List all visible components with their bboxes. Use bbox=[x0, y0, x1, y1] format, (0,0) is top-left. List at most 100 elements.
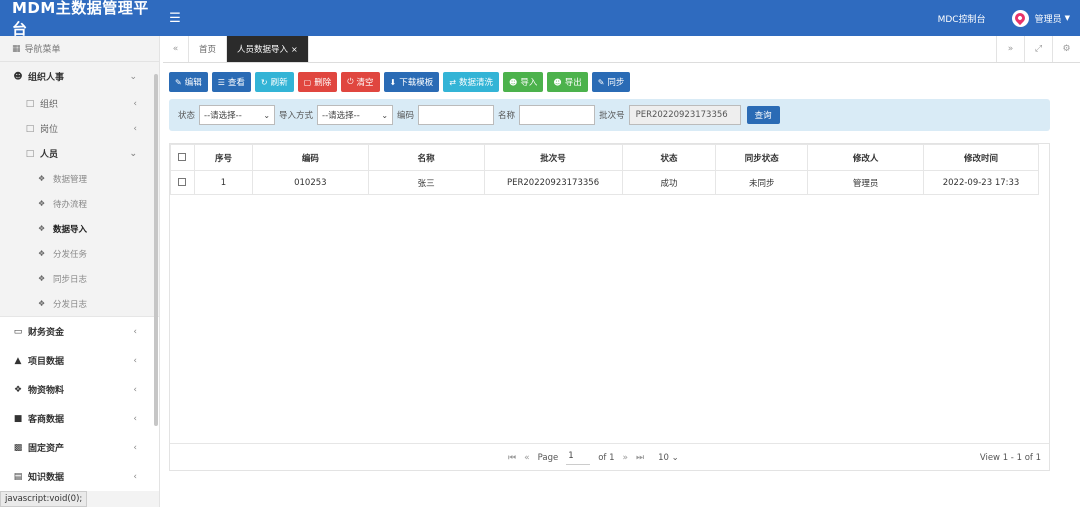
sidebar-item-knowledge[interactable]: ▤ 知识数据 ‹ bbox=[0, 462, 159, 491]
leaf-label: 分发日志 bbox=[53, 299, 88, 310]
sidebar-leaf-data-management[interactable]: ❖ 数据管理 bbox=[0, 166, 159, 191]
data-cleaning-label: 数据清洗 bbox=[458, 78, 493, 88]
cell-sync-status: 未同步 bbox=[715, 170, 809, 195]
chevron-left-icon: ‹ bbox=[133, 98, 137, 109]
refresh-button[interactable]: ↻ 刷新 bbox=[254, 72, 294, 92]
col-header[interactable]: 同步状态 bbox=[715, 144, 809, 171]
sidebar-item-materials[interactable]: ❖ 物资物料 ‹ bbox=[0, 375, 159, 404]
delete-button[interactable]: ▢ 删除 bbox=[297, 72, 338, 92]
tab-controls: » ⤢ ⚙ bbox=[996, 36, 1080, 62]
data-cleaning-button[interactable]: ⇄ 数据清洗 bbox=[443, 72, 499, 92]
leaf-icon: ❖ bbox=[38, 199, 46, 208]
cell-batch: PER20220923173356 bbox=[483, 170, 623, 195]
col-header[interactable]: 修改人 bbox=[807, 144, 925, 171]
sidebar: ▦ 导航菜单 ☻ 组织人事 ⌄ □ 组织 ‹ □ 岗位 ‹ □ 人员 ⌄ ❖ 数… bbox=[0, 36, 160, 507]
folder-icon: □ bbox=[25, 123, 35, 134]
sidebar-leaf-distribution-log[interactable]: ❖ 分发日志 bbox=[0, 291, 159, 316]
user-menu[interactable]: 管理员 bbox=[1035, 12, 1062, 25]
name-label: 名称 bbox=[498, 111, 516, 121]
sidebar-leaf-data-import[interactable]: ❖ 数据导入 bbox=[0, 216, 159, 241]
import-button[interactable]: ☻ 导入 bbox=[502, 72, 544, 92]
page-number-input[interactable]: 1 bbox=[566, 451, 591, 465]
tab-scroll-left-icon[interactable]: « bbox=[163, 36, 189, 62]
clear-button[interactable]: ⏻ 清空 bbox=[341, 72, 380, 92]
code-label: 编码 bbox=[397, 111, 415, 121]
row-checkbox[interactable] bbox=[178, 178, 187, 186]
pager-controls: ⏮ « Page 1 of 1 » ⏭ 10 ⌄ bbox=[508, 444, 679, 471]
sidebar-item-label: 客商数据 bbox=[28, 415, 65, 425]
view-button[interactable]: ☰ 查看 bbox=[211, 72, 251, 92]
last-page-icon[interactable]: ⏭ bbox=[636, 453, 644, 463]
cell-code: 010253 bbox=[251, 170, 369, 195]
mdc-console-link[interactable]: MDC控制台 bbox=[938, 12, 986, 25]
chevron-left-icon: ‹ bbox=[133, 442, 137, 453]
edit-button[interactable]: ✎ 编辑 bbox=[169, 72, 208, 92]
select-all-cell[interactable] bbox=[170, 144, 195, 171]
data-table: 序号 编码 名称 批次号 状态 同步状态 修改人 修改时间 1 010253 张… bbox=[170, 144, 1039, 195]
sidebar-item-customers[interactable]: ■ 客商数据 ‹ bbox=[0, 404, 159, 433]
sidebar-leaf-pending-process[interactable]: ❖ 待办流程 bbox=[0, 191, 159, 216]
table-header-row: 序号 编码 名称 批次号 状态 同步状态 修改人 修改时间 bbox=[170, 144, 1039, 171]
fullscreen-icon[interactable]: ⤢ bbox=[1024, 36, 1052, 62]
leaf-label: 数据导入 bbox=[53, 224, 88, 235]
sidebar-item-personnel[interactable]: □ 人员 ⌄ bbox=[0, 141, 159, 166]
search-bar: 状态 --请选择-- ⌄ 导入方式 --请选择-- ⌄ 编码 名称 批次号 PE… bbox=[169, 99, 1050, 131]
gear-icon[interactable]: ⚙ bbox=[1052, 36, 1080, 62]
col-header[interactable]: 名称 bbox=[367, 144, 485, 171]
sidebar-leaf-sync-log[interactable]: ❖ 同步日志 bbox=[0, 266, 159, 291]
chevron-down-icon: ⌄ bbox=[129, 71, 137, 82]
sidebar-item-org-hr[interactable]: ☻ 组织人事 ⌄ bbox=[0, 62, 159, 91]
first-page-icon[interactable]: ⏮ bbox=[508, 453, 516, 463]
sidebar-item-org[interactable]: □ 组织 ‹ bbox=[0, 91, 159, 116]
row-checkbox-cell[interactable] bbox=[170, 170, 195, 195]
chevron-down-icon: ⌄ bbox=[671, 452, 679, 463]
sidebar-item-position[interactable]: □ 岗位 ‹ bbox=[0, 116, 159, 141]
page-size-select[interactable]: 10 ⌄ bbox=[658, 453, 679, 463]
close-icon[interactable]: × bbox=[291, 45, 298, 54]
export-button[interactable]: ☻ 导出 bbox=[547, 72, 588, 92]
power-icon: ⏻ bbox=[347, 77, 354, 86]
chevron-left-icon: ‹ bbox=[133, 355, 137, 366]
name-input[interactable] bbox=[519, 105, 596, 125]
storage-icon: ▩ bbox=[13, 442, 23, 453]
sidebar-scrollbar[interactable] bbox=[154, 74, 158, 426]
chevron-left-icon: ‹ bbox=[133, 471, 137, 482]
grid-icon: ▦ bbox=[12, 43, 21, 54]
user-icon: ☻ bbox=[508, 77, 518, 87]
table-row[interactable]: 1 010253 张三 PER20220923173356 成功 未同步 管理员… bbox=[170, 170, 1039, 195]
next-page-icon[interactable]: » bbox=[623, 453, 629, 463]
sidebar-item-project[interactable]: ▲ 项目数据 ‹ bbox=[0, 346, 159, 375]
sync-button[interactable]: ✎ 同步 bbox=[591, 72, 631, 92]
nav-header-label: 导航菜单 bbox=[24, 45, 61, 55]
caret-down-icon[interactable]: ▼ bbox=[1065, 14, 1070, 22]
status-select[interactable]: --请选择-- ⌄ bbox=[199, 105, 276, 125]
sidebar-item-finance[interactable]: ▭ 财务资金 ‹ bbox=[0, 317, 159, 346]
col-header[interactable]: 状态 bbox=[621, 144, 717, 171]
chevron-down-icon: ⌄ bbox=[263, 110, 271, 120]
sidebar-leaf-distribution-task[interactable]: ❖ 分发任务 bbox=[0, 241, 159, 266]
download-icon: ⬇ bbox=[389, 77, 397, 87]
tab-scroll-right-icon[interactable]: » bbox=[996, 36, 1024, 62]
chevron-left-icon: ‹ bbox=[133, 413, 137, 424]
tab-personnel-import[interactable]: 人员数据导入 × bbox=[227, 36, 309, 62]
code-input[interactable] bbox=[418, 105, 495, 125]
col-header[interactable]: 序号 bbox=[193, 144, 253, 171]
prev-page-icon[interactable]: « bbox=[524, 453, 530, 463]
avatar-icon[interactable] bbox=[1011, 9, 1029, 27]
page-size-value: 10 bbox=[658, 452, 669, 463]
hamburger-icon[interactable]: ☰ bbox=[163, 0, 187, 36]
nav-header: ▦ 导航菜单 bbox=[0, 36, 159, 62]
col-header[interactable]: 编码 bbox=[251, 144, 369, 171]
sidebar-item-fixed-assets[interactable]: ▩ 固定资产 ‹ bbox=[0, 433, 159, 462]
import-mode-select[interactable]: --请选择-- ⌄ bbox=[317, 105, 394, 125]
user-icon: ☻ bbox=[553, 77, 562, 87]
tab-home[interactable]: 首页 bbox=[189, 36, 228, 62]
col-header[interactable]: 批次号 bbox=[483, 144, 623, 171]
batch-label: 批次号 bbox=[599, 111, 625, 121]
query-button[interactable]: 查询 bbox=[746, 106, 780, 124]
col-header[interactable]: 修改时间 bbox=[923, 144, 1039, 171]
sidebar-item-label: 岗位 bbox=[40, 125, 59, 135]
download-template-button[interactable]: ⬇ 下载模板 bbox=[383, 72, 440, 92]
sidebar-item-label: 知识数据 bbox=[28, 473, 65, 483]
select-all-checkbox[interactable] bbox=[178, 153, 187, 161]
